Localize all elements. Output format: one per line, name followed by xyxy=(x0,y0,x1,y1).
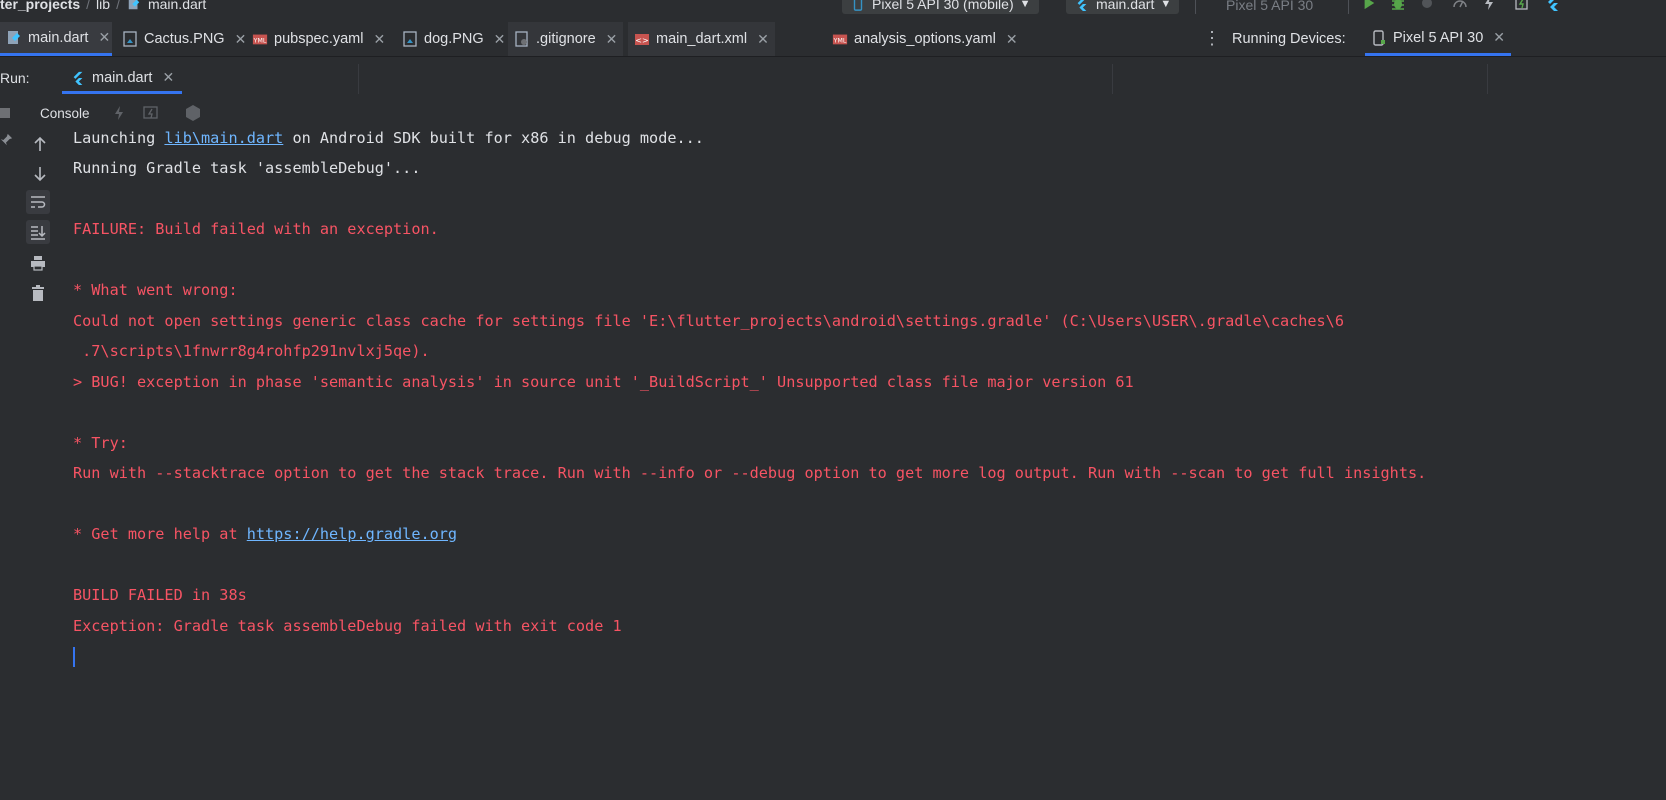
more-options-icon[interactable]: ⋮ xyxy=(1203,28,1221,49)
close-icon[interactable]: ✕ xyxy=(606,31,618,48)
launch-suffix: on Android SDK built for x86 in debug mo… xyxy=(283,129,704,147)
main-dart-link[interactable]: lib\main.dart xyxy=(164,129,283,147)
console-side-toolbar xyxy=(0,128,64,800)
phone-icon xyxy=(1371,29,1387,46)
tab-cactus-png[interactable]: Cactus.PNG ✕ xyxy=(116,22,252,56)
flutter-inspector-icon[interactable] xyxy=(1544,0,1562,12)
gitignore-file-icon xyxy=(514,31,530,47)
device-selector[interactable]: Pixel 5 API 30 (mobile) ▼ xyxy=(842,0,1039,14)
run-config-label: main.dart xyxy=(1096,0,1155,12)
hot-restart-icon[interactable] xyxy=(143,104,161,122)
tab-label: main.dart xyxy=(28,29,89,46)
image-file-icon xyxy=(122,31,138,47)
close-icon[interactable]: ✕ xyxy=(98,29,110,46)
run-label: Run: xyxy=(0,70,30,86)
chevron-down-icon: ▼ xyxy=(1019,0,1031,10)
console-line-bug: > BUG! exception in phase 'semantic anal… xyxy=(73,373,1134,391)
tab-analysis-options-yaml[interactable]: YML analysis_options.yaml ✕ xyxy=(826,22,1024,56)
scroll-to-end-icon[interactable] xyxy=(26,220,50,244)
close-icon[interactable]: ✕ xyxy=(494,31,506,48)
dart-file-icon xyxy=(6,30,22,46)
tab-label: analysis_options.yaml xyxy=(854,31,996,47)
hot-reload-icon[interactable] xyxy=(1480,0,1498,12)
soft-wrap-icon[interactable] xyxy=(26,190,50,214)
running-devices-label: Running Devices: xyxy=(1232,31,1346,47)
scroll-up-icon[interactable] xyxy=(28,132,52,156)
flutter-icon xyxy=(1074,0,1090,12)
hot-reload-icon[interactable] xyxy=(110,104,128,122)
gradle-help-link[interactable]: https://help.gradle.org xyxy=(247,525,457,543)
console-line-run-with: Run with --stacktrace option to get the … xyxy=(73,464,1427,482)
divider xyxy=(1112,64,1113,94)
editor-tab-bar: main.dart ✕ Cactus.PNG ✕ YML pubspec.yam… xyxy=(0,22,1666,57)
tab-gitignore[interactable]: .gitignore ✕ xyxy=(508,22,624,56)
run-icon[interactable] xyxy=(1360,0,1378,12)
console-toolbar: Console xyxy=(0,98,1666,128)
svg-text:<>: <> xyxy=(635,36,648,45)
yaml-file-icon: YML xyxy=(832,31,848,47)
run-tab-main-dart[interactable]: main.dart ✕ xyxy=(62,64,183,94)
navigation-bar: ter_projects / lib / main.dart Pixel 5 A… xyxy=(0,0,1666,14)
console-line-help: * Get more help at https://help.gradle.o… xyxy=(73,524,457,544)
help-prefix: * Get more help at xyxy=(73,525,247,543)
tab-label: pubspec.yaml xyxy=(274,31,364,47)
chevron-down-icon: ▼ xyxy=(1160,0,1172,10)
device-dropdown-disabled[interactable]: Pixel 5 API 30 xyxy=(1195,0,1349,14)
console-line-exception: Exception: Gradle task assembleDebug fai… xyxy=(73,617,622,635)
debug-icon[interactable] xyxy=(1389,0,1407,12)
launch-prefix: Launching xyxy=(73,129,165,147)
run-tool-window-header: Run: main.dart ✕ xyxy=(0,64,1666,94)
divider xyxy=(358,64,359,94)
main-toolbar: Pixel 5 API 30 (mobile) ▼ main.dart ▼ Pi… xyxy=(0,0,1666,14)
running-device-label: Pixel 5 API 30 xyxy=(1393,29,1484,46)
tab-label: .gitignore xyxy=(536,31,596,47)
scroll-down-icon[interactable] xyxy=(28,162,52,186)
hot-restart-icon[interactable] xyxy=(1513,0,1531,12)
phone-icon xyxy=(850,0,866,12)
tab-running-device[interactable]: Pixel 5 API 30 ✕ xyxy=(1365,22,1512,56)
trash-icon[interactable] xyxy=(26,281,50,305)
image-file-icon xyxy=(402,31,418,47)
svg-text:YML: YML xyxy=(253,38,267,45)
tab-label: Cactus.PNG xyxy=(144,31,225,47)
text-cursor xyxy=(73,647,75,667)
close-icon[interactable]: ✕ xyxy=(757,31,769,48)
tab-dog-png[interactable]: dog.PNG ✕ xyxy=(396,22,511,56)
close-icon[interactable]: ✕ xyxy=(1493,29,1505,46)
pin-icon[interactable] xyxy=(0,128,18,152)
flutter-devtools-icon[interactable] xyxy=(184,104,202,122)
xml-file-icon: <> xyxy=(634,31,650,47)
console-line-launching: Launching lib\main.dart on Android SDK b… xyxy=(73,128,704,148)
tab-label: dog.PNG xyxy=(424,31,484,47)
divider xyxy=(1487,64,1488,94)
console-line-build-failed: BUILD FAILED in 38s xyxy=(73,586,247,604)
tab-main-dart[interactable]: main.dart ✕ xyxy=(0,22,112,56)
close-icon[interactable]: ✕ xyxy=(373,31,385,48)
console-line-could-not-open-cont: .7\scripts\1fnwrr8g4rohfp291nvlxj5qe). xyxy=(73,342,430,360)
svg-text:YML: YML xyxy=(833,38,847,45)
console-line-what-went-wrong: * What went wrong: xyxy=(73,281,238,299)
close-icon[interactable]: ✕ xyxy=(1006,31,1018,48)
run-configuration-selector[interactable]: main.dart ▼ xyxy=(1066,0,1180,14)
console-line-try: * Try: xyxy=(73,434,128,452)
tab-pubspec-yaml[interactable]: YML pubspec.yaml ✕ xyxy=(246,22,391,56)
close-icon[interactable]: ✕ xyxy=(235,31,247,48)
close-icon[interactable]: ✕ xyxy=(162,69,174,86)
device-selector-label: Pixel 5 API 30 (mobile) xyxy=(872,0,1014,12)
tab-label: main_dart.xml xyxy=(656,31,748,47)
yaml-file-icon: YML xyxy=(252,31,268,47)
tab-main-dart-xml[interactable]: <> main_dart.xml ✕ xyxy=(628,22,775,56)
print-icon[interactable] xyxy=(26,251,50,275)
console-line-could-not-open: Could not open settings generic class ca… xyxy=(73,312,1344,330)
console-line-failure: FAILURE: Build failed with an exception. xyxy=(73,220,439,238)
console-tab[interactable]: Console xyxy=(40,106,90,121)
console-output[interactable]: Launching lib\main.dart on Android SDK b… xyxy=(64,128,1666,800)
stop-icon[interactable] xyxy=(0,108,10,118)
profile-icon[interactable] xyxy=(1451,0,1469,12)
device-dim-label: Pixel 5 API 30 xyxy=(1226,0,1314,13)
run-tab-label: main.dart xyxy=(92,69,153,86)
flutter-icon xyxy=(70,70,86,86)
console-line-gradle-task: Running Gradle task 'assembleDebug'... xyxy=(73,159,421,177)
attach-debugger-icon[interactable] xyxy=(1418,0,1436,12)
